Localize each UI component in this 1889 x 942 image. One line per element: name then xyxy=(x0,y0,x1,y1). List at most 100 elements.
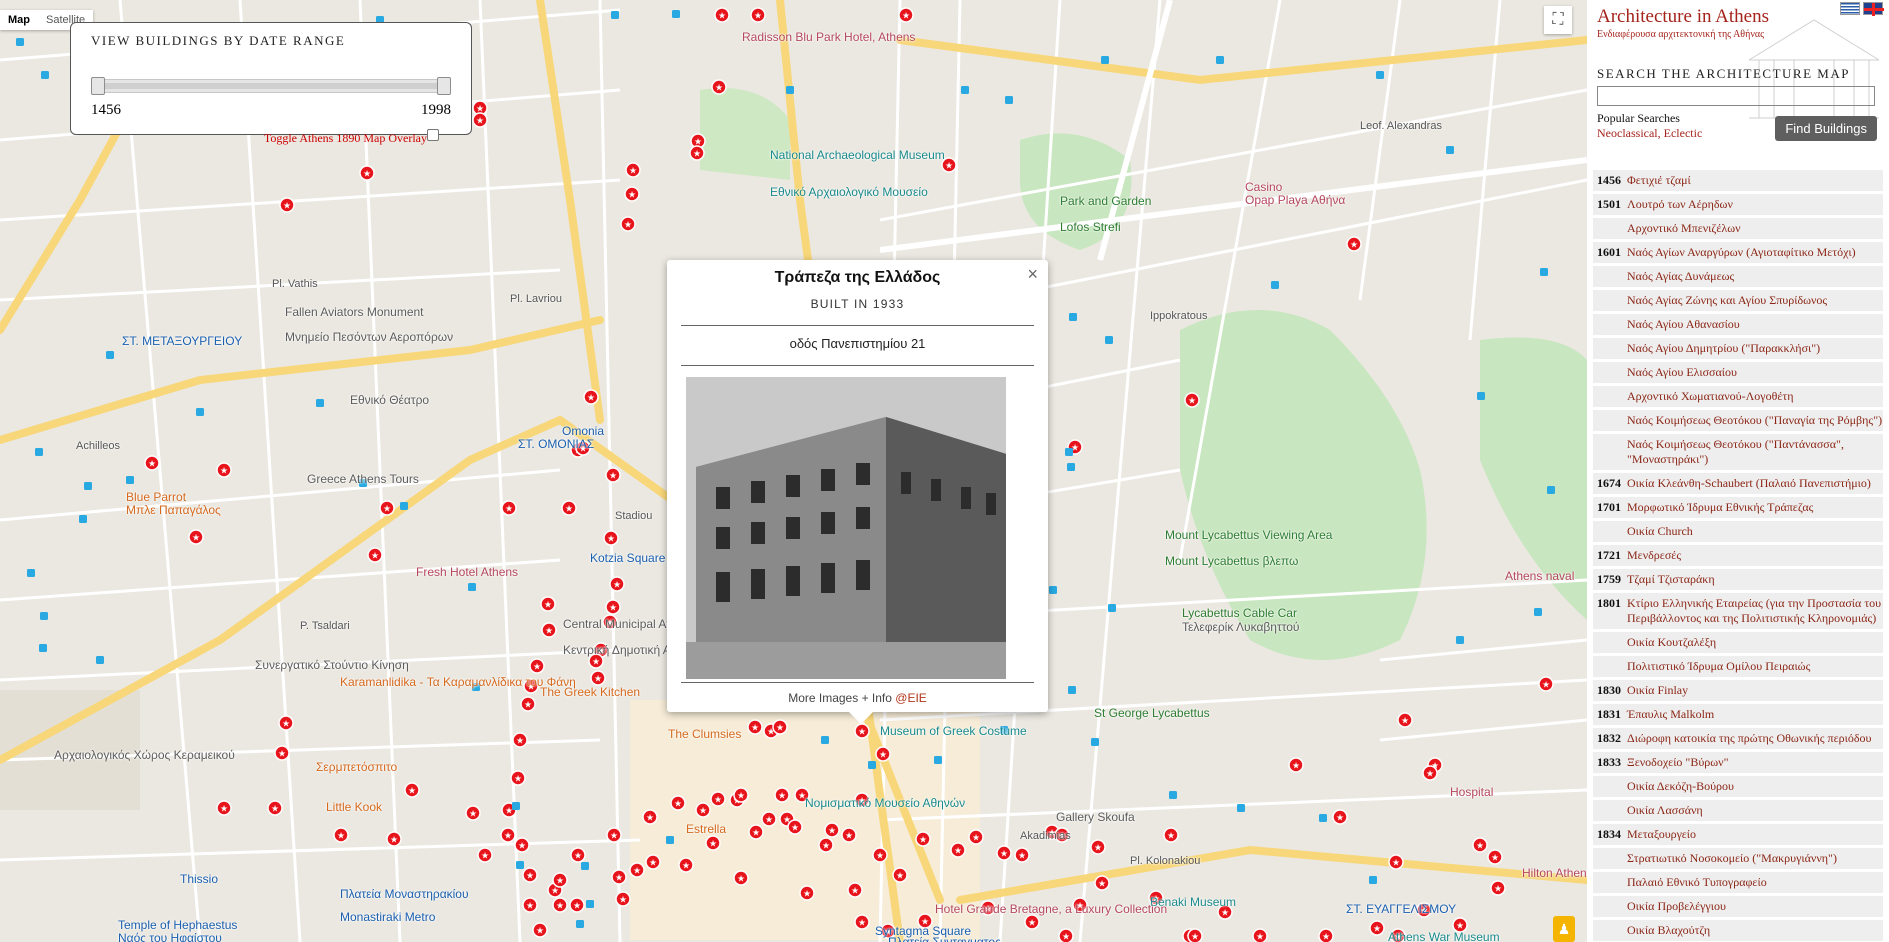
building-marker[interactable]: ★ xyxy=(710,791,726,807)
date-range-slider[interactable] xyxy=(91,77,451,95)
building-name-link[interactable]: Οικία Finlay xyxy=(1627,683,1688,698)
building-marker[interactable]: ★ xyxy=(748,824,764,840)
building-marker[interactable]: ★ xyxy=(472,112,488,128)
building-name-link[interactable]: Φετιχιέ τζαμί xyxy=(1627,173,1691,188)
building-marker[interactable]: ★ xyxy=(1318,928,1334,942)
building-marker[interactable]: ★ xyxy=(605,599,621,615)
building-marker[interactable]: ★ xyxy=(522,867,538,883)
building-name-link[interactable]: Στρατιωτικό Νοσοκομείο ("Μακρυγιάννη") xyxy=(1627,851,1837,866)
building-marker[interactable]: ★ xyxy=(799,885,815,901)
building-list-item[interactable]: 1601 Ναός Αγίων Αναργύρων (Αγιοταφίτικο Μ… xyxy=(1593,242,1883,265)
building-marker[interactable]: ★ xyxy=(629,862,645,878)
building-marker[interactable]: ★ xyxy=(678,857,694,873)
building-marker[interactable]: ★ xyxy=(1014,847,1030,863)
building-name-link[interactable]: Ναός Αγίων Αναργύρων (Αγιοταφίτικο Μετόχ… xyxy=(1627,245,1856,260)
building-list-item[interactable]: 1501 Λουτρό των Αέρηδων xyxy=(1593,194,1883,217)
building-name-link[interactable]: Οικία Βλαχούτζη xyxy=(1627,923,1710,938)
building-name-link[interactable]: Κτίριο Ελληνικής Εταιρείας (για την Προσ… xyxy=(1627,596,1883,626)
building-name-link[interactable]: Οικία Κουτζαλέξη xyxy=(1627,635,1716,650)
building-marker[interactable]: ★ xyxy=(522,897,538,913)
building-marker[interactable]: ★ xyxy=(1252,928,1268,942)
building-marker[interactable]: ★ xyxy=(540,596,556,612)
building-list-item[interactable]: 1830 Οικία Finlay xyxy=(1593,680,1883,703)
building-marker[interactable]: ★ xyxy=(404,782,420,798)
building-marker[interactable]: ★ xyxy=(872,847,888,863)
building-photo[interactable] xyxy=(686,377,1006,679)
building-name-link[interactable]: Ναός Κοιμήσεως Θεοτόκου ("Παντάνασσα", "… xyxy=(1627,437,1883,467)
building-name-link[interactable]: Ναός Αγίου Ελισσαίου xyxy=(1627,365,1737,380)
building-marker[interactable]: ★ xyxy=(216,800,232,816)
building-list-item[interactable]: 1674 Οικία Κλεάνθη-Schaubert (Παλαιό Πανε… xyxy=(1593,473,1883,496)
building-marker[interactable]: ★ xyxy=(1487,849,1503,865)
building-name-link[interactable]: Αρχοντικό Χωματιανού-Λογοθέτη xyxy=(1627,389,1793,404)
building-name-link[interactable]: Οικία Κλεάνθη-Schaubert (Παλαιό Πανεπιστ… xyxy=(1627,476,1871,491)
building-marker[interactable]: ★ xyxy=(561,500,577,516)
building-list-item[interactable]: Παλαιό Εθνικό Τυπογραφείο xyxy=(1593,872,1883,895)
building-list-item[interactable]: Στρατιωτικό Νοσοκομείο ("Μακρυγιάννη") xyxy=(1593,848,1883,871)
building-name-link[interactable]: Έπαυλις Malkolm xyxy=(1627,707,1714,722)
building-marker[interactable]: ★ xyxy=(552,897,568,913)
building-marker[interactable]: ★ xyxy=(274,745,290,761)
find-buildings-button[interactable]: Find Buildings xyxy=(1775,116,1877,141)
building-marker[interactable]: ★ xyxy=(520,696,536,712)
building-list-item[interactable]: 1833 Ξενοδοχείο "Βύρων" xyxy=(1593,752,1883,775)
building-marker[interactable]: ★ xyxy=(841,827,857,843)
map-type-map[interactable]: Map xyxy=(0,10,38,30)
building-marker[interactable]: ★ xyxy=(705,835,721,851)
building-marker[interactable]: ★ xyxy=(379,500,395,516)
building-list-item[interactable]: Οικία Βλαχούτζη xyxy=(1593,920,1883,942)
building-marker[interactable]: ★ xyxy=(854,723,870,739)
building-marker[interactable]: ★ xyxy=(818,837,834,853)
building-marker[interactable]: ★ xyxy=(854,914,870,930)
building-list-item[interactable]: Ναός Κοιμήσεως Θεοτόκου ("Παντάνασσα", "… xyxy=(1593,434,1883,472)
overlay-toggle-checkbox[interactable] xyxy=(427,129,439,141)
building-name-link[interactable]: Ξενοδοχείο "Βύρων" xyxy=(1627,755,1728,770)
building-marker[interactable]: ★ xyxy=(733,787,749,803)
building-marker[interactable]: ★ xyxy=(1369,920,1385,936)
building-marker[interactable]: ★ xyxy=(750,7,766,23)
building-name-link[interactable]: Παλαιό Εθνικό Τυπογραφείο xyxy=(1627,875,1767,890)
building-list-item[interactable]: 1832 Διώροφη κατοικία της πρώτης Οθωνικής… xyxy=(1593,728,1883,751)
close-icon[interactable]: × xyxy=(1027,264,1038,285)
building-marker[interactable]: ★ xyxy=(1346,236,1362,252)
building-marker[interactable]: ★ xyxy=(1058,928,1074,942)
building-marker[interactable]: ★ xyxy=(915,831,931,847)
building-marker[interactable]: ★ xyxy=(267,800,283,816)
building-name-link[interactable]: Λουτρό των Αέρηδων xyxy=(1627,197,1733,212)
building-marker[interactable]: ★ xyxy=(603,530,619,546)
building-list-item[interactable]: 1834 Μεταξουργείο xyxy=(1593,824,1883,847)
building-list-item[interactable]: 1759 Τζαμί Τζισταράκη xyxy=(1593,569,1883,592)
building-marker[interactable]: ★ xyxy=(689,145,705,161)
slider-handle-min[interactable] xyxy=(91,77,105,95)
building-marker[interactable]: ★ xyxy=(1187,928,1203,942)
building-name-link[interactable]: Διώροφη κατοικία της πρώτης Οθωνικής περ… xyxy=(1627,731,1871,746)
building-list-item[interactable]: Ναός Κοιμήσεως Θεοτόκου ("Παναγία της Ρό… xyxy=(1593,410,1883,433)
building-name-link[interactable]: Ναός Κοιμήσεως Θεοτόκου ("Παναγία της Ρό… xyxy=(1627,413,1882,428)
building-marker[interactable]: ★ xyxy=(772,719,788,735)
building-marker[interactable]: ★ xyxy=(1094,875,1110,891)
building-marker[interactable]: ★ xyxy=(761,811,777,827)
greek-flag-icon[interactable] xyxy=(1840,2,1860,15)
building-list-item[interactable]: Οικία Λασσάνη xyxy=(1593,800,1883,823)
building-list-item[interactable]: Οικία Church xyxy=(1593,521,1883,544)
building-marker[interactable]: ★ xyxy=(711,79,727,95)
building-marker[interactable]: ★ xyxy=(477,847,493,863)
building-marker[interactable]: ★ xyxy=(279,197,295,213)
building-marker[interactable]: ★ xyxy=(583,389,599,405)
building-marker[interactable]: ★ xyxy=(642,809,658,825)
building-marker[interactable]: ★ xyxy=(510,770,526,786)
building-name-link[interactable]: Μορφωτικό Ίδρυμα Εθνικής Τράπεζας xyxy=(1627,500,1813,515)
building-marker[interactable]: ★ xyxy=(512,732,528,748)
building-marker[interactable]: ★ xyxy=(1538,676,1554,692)
overlay-toggle-label[interactable]: Toggle Athens 1890 Map Overlay xyxy=(264,131,427,146)
building-name-link[interactable]: Ναός Αγίου Αθανασίου xyxy=(1627,317,1740,332)
building-marker[interactable]: ★ xyxy=(615,891,631,907)
fullscreen-icon[interactable]: ⛶ xyxy=(1544,6,1572,34)
building-list-item[interactable]: Αρχοντικό Χωματιανού-Λογοθέτη xyxy=(1593,386,1883,409)
building-marker[interactable]: ★ xyxy=(950,842,966,858)
building-list-item[interactable]: Αρχοντικό Μπενιζέλων xyxy=(1593,218,1883,241)
building-marker[interactable]: ★ xyxy=(695,802,711,818)
building-list-item[interactable]: Ναός Αγίας Δυνάμεως xyxy=(1593,266,1883,289)
building-marker[interactable]: ★ xyxy=(367,547,383,563)
building-marker[interactable]: ★ xyxy=(359,165,375,181)
